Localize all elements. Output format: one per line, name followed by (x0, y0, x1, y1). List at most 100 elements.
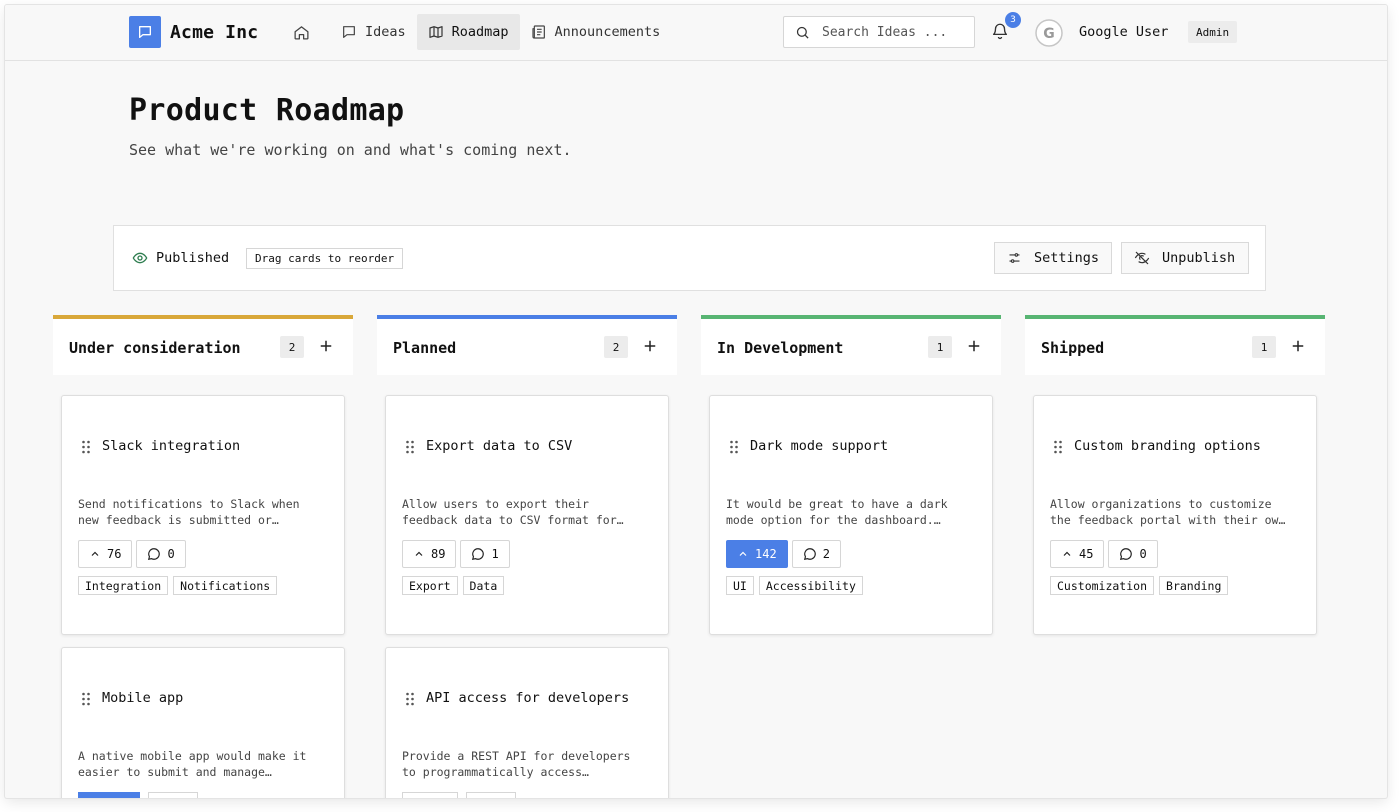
brand[interactable]: Acme Inc (129, 16, 258, 48)
drag-handle-icon[interactable] (1053, 440, 1063, 454)
card-description: Send notifications to Slack when new fee… (78, 496, 328, 528)
column-count-badge: 1 (1252, 336, 1276, 358)
add-card-plus-icon[interactable] (641, 337, 659, 355)
comments-button[interactable]: 0 (1108, 540, 1158, 568)
card-actions: 142 2 (726, 540, 845, 568)
settings-button[interactable]: Settings (994, 242, 1112, 274)
page-subtitle: See what we're working on and what's com… (129, 141, 572, 159)
idea-card[interactable]: Export data to CSV Allow users to export… (385, 395, 669, 635)
card-title: Dark mode support (750, 438, 889, 454)
eye-off-icon (1134, 251, 1150, 265)
comment-count: 1 (491, 547, 499, 561)
card-actions: 45 0 (1050, 540, 1162, 568)
eye-icon (132, 252, 148, 264)
nav-roadmap[interactable]: Roadmap (416, 14, 520, 50)
column-count-badge: 1 (928, 336, 952, 358)
drag-handle-icon[interactable] (405, 692, 415, 706)
search-input[interactable] (822, 24, 952, 40)
card-tags: UI Accessibility (726, 576, 868, 595)
vote-count: 142 (755, 547, 777, 561)
column-shipped: Shipped 1 (1025, 315, 1325, 375)
drag-hint-badge: Drag cards to reorder (246, 248, 404, 269)
page-title: Product Roadmap (129, 93, 405, 128)
settings-label: Settings (1033, 250, 1099, 266)
drag-handle-icon[interactable] (729, 440, 739, 454)
card-description-line: A native mobile app would make it (78, 749, 307, 763)
card-title: Mobile app (102, 690, 184, 706)
add-card-plus-icon[interactable] (965, 337, 983, 355)
upvote-button[interactable]: 89 (402, 540, 457, 568)
column-title: Planned (393, 339, 457, 357)
upvote-button-active[interactable]: 142 (726, 540, 788, 568)
comments-button[interactable] (148, 792, 198, 798)
card-description-line: mode option for the dashboard.… (726, 513, 941, 527)
card-description: Allow users to export their feedback dat… (402, 496, 652, 528)
nav-roadmap-label: Roadmap (451, 24, 509, 40)
idea-card[interactable]: API access for developers Provide a REST… (385, 647, 669, 798)
chevron-up-icon (739, 551, 747, 556)
comment-count: 0 (1139, 547, 1147, 561)
tag[interactable]: Data (462, 576, 505, 595)
upvote-button[interactable] (402, 792, 458, 798)
tag[interactable]: Customization (1050, 576, 1155, 595)
upvote-button[interactable]: 45 (1050, 540, 1105, 568)
search-icon (796, 26, 809, 39)
tag[interactable]: Export (402, 576, 458, 595)
brand-logo-icon (129, 16, 161, 48)
notification-count-badge: 3 (1005, 12, 1021, 28)
comment-icon (1120, 548, 1133, 561)
column-under-consideration: Under consideration 2 (53, 315, 353, 375)
tag[interactable]: Accessibility (758, 576, 863, 595)
nav-home[interactable] (285, 14, 326, 50)
vote-count: 89 (431, 547, 446, 561)
column-count-badge: 2 (280, 336, 304, 358)
avatar-initial: G (1043, 26, 1055, 42)
card-title: Custom branding options (1074, 438, 1261, 454)
comments-button[interactable] (466, 792, 516, 798)
comment-icon (803, 548, 816, 561)
card-description: A native mobile app would make it easier… (78, 748, 328, 780)
upvote-button[interactable]: 76 (78, 540, 133, 568)
drag-handle-icon[interactable] (405, 440, 415, 454)
card-actions: 89 1 (402, 540, 514, 568)
tag[interactable]: Notifications (173, 576, 278, 595)
drag-handle-icon[interactable] (81, 692, 91, 706)
search-box[interactable] (783, 16, 975, 48)
unpublish-button[interactable]: Unpublish (1121, 242, 1249, 274)
idea-card[interactable]: Slack integration Send notifications to … (61, 395, 345, 635)
nav-announcements-label: Announcements (554, 24, 661, 40)
app-window: Acme Inc Ideas Roadmap Announcements Sea… (5, 5, 1387, 798)
card-tags: Export Data (402, 576, 509, 595)
tag[interactable]: Integration (78, 576, 169, 595)
main-nav: Ideas Roadmap Announcements (285, 14, 671, 50)
card-description-line: Allow organizations to customize (1050, 497, 1272, 511)
comments-button[interactable]: 0 (136, 540, 186, 568)
published-label: Published (156, 250, 230, 266)
card-description-line: new feedback is submitted or… (78, 513, 279, 527)
card-description-line: easier to submit and manage… (78, 765, 272, 779)
nav-ideas[interactable]: Ideas (330, 14, 417, 50)
add-card-plus-icon[interactable] (1289, 337, 1307, 355)
idea-card[interactable]: Dark mode support It would be great to h… (709, 395, 993, 635)
comments-button[interactable]: 1 (460, 540, 510, 568)
drag-handle-icon[interactable] (81, 440, 91, 454)
roadmap-status-bar: Published Drag cards to reorder Settings… (113, 225, 1266, 291)
tag[interactable]: Branding (1159, 576, 1229, 595)
add-card-plus-icon[interactable] (317, 337, 335, 355)
idea-card[interactable]: Mobile app A native mobile app would mak… (61, 647, 345, 798)
tag[interactable]: UI (726, 576, 754, 595)
home-icon (294, 25, 309, 40)
comments-button[interactable]: 2 (791, 540, 841, 568)
published-status: Published (132, 250, 229, 266)
card-description: Allow organizations to customize the fee… (1050, 496, 1300, 528)
card-actions: 76 0 (78, 540, 190, 568)
nav-announcements[interactable]: Announcements (520, 14, 672, 50)
user-avatar[interactable]: G (1035, 19, 1063, 47)
chevron-up-icon (415, 551, 423, 556)
brand-name: Acme Inc (170, 21, 259, 43)
notifications-button[interactable]: 3 (991, 12, 1021, 42)
idea-card[interactable]: Custom branding options Allow organizati… (1033, 395, 1317, 635)
card-title: API access for developers (426, 690, 630, 706)
upvote-button-active[interactable] (78, 792, 140, 798)
card-description-line: Allow users to export their (402, 497, 589, 511)
